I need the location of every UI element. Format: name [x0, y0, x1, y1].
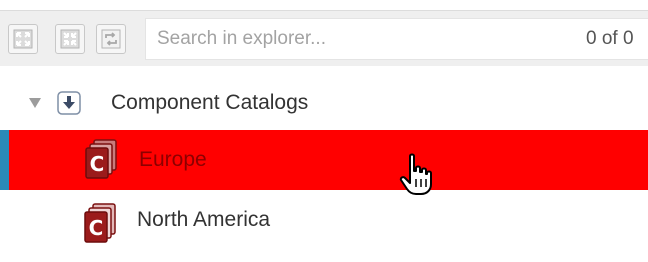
catalog-icon: C [79, 202, 125, 249]
collapse-all-icon [60, 29, 80, 49]
sync-button[interactable] [96, 24, 126, 54]
collapse-all-button[interactable] [55, 24, 85, 54]
expand-all-icon [13, 29, 33, 49]
search-box: 0 of 0 [145, 18, 648, 60]
tree-node-north-america[interactable]: C North America [0, 192, 648, 250]
catalog-icon: C [80, 138, 126, 185]
explorer-toolbar: 0 of 0 [0, 10, 648, 66]
tree-node-europe[interactable]: C Europe [0, 130, 648, 190]
catalog-root-icon [57, 91, 81, 120]
tree-node-label: North America [137, 208, 271, 231]
explorer-panel: 0 of 0 Component Catalogs C Europe [0, 0, 648, 262]
svg-text:C: C [89, 216, 104, 240]
tree-node-label: Europe [139, 148, 207, 171]
expand-all-button[interactable] [8, 24, 38, 54]
search-input[interactable] [146, 19, 566, 59]
search-result-count: 0 of 0 [586, 28, 634, 49]
sync-icon [101, 29, 121, 49]
expand-toggle-icon[interactable] [29, 98, 41, 108]
tree-node-component-catalogs[interactable]: Component Catalogs [0, 76, 648, 130]
tree-node-label: Component Catalogs [111, 91, 309, 114]
svg-text:C: C [90, 152, 105, 176]
